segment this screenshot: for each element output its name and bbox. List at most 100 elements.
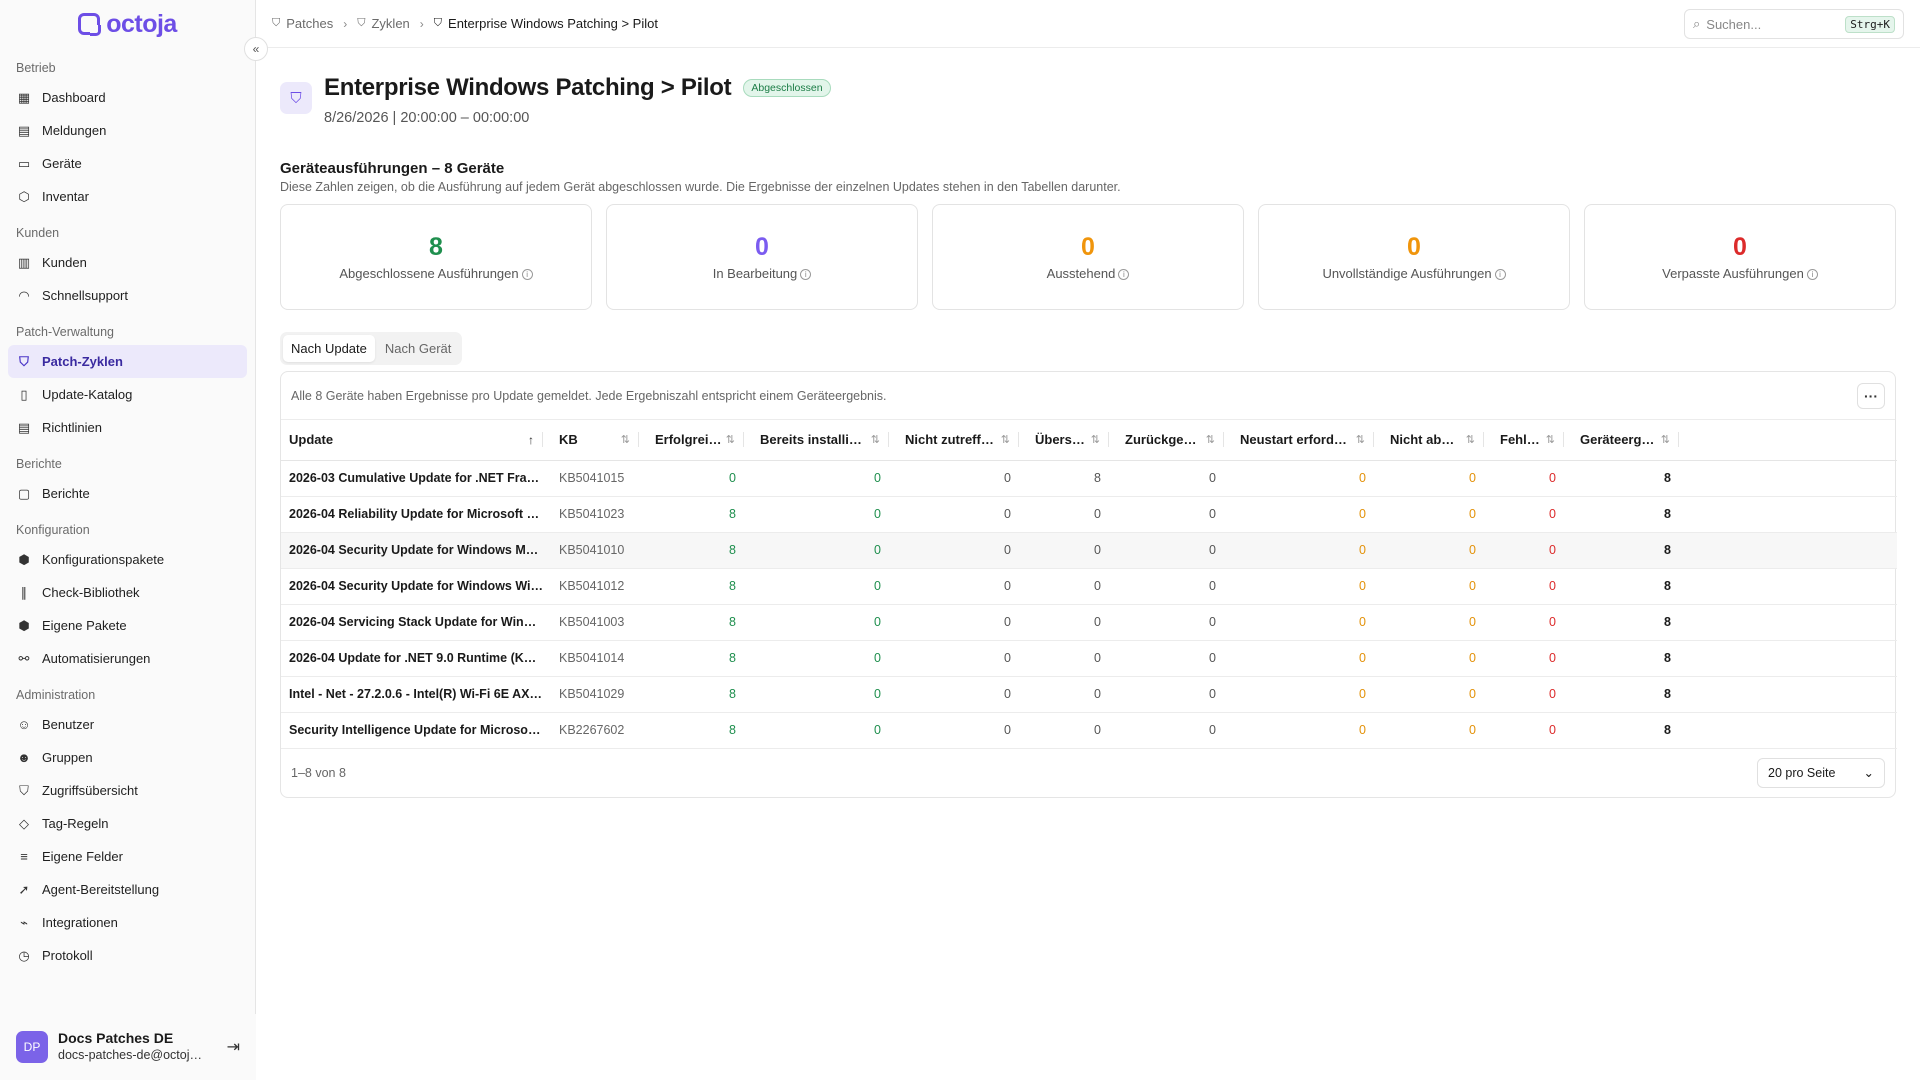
column-header-update[interactable]: Update ↑ xyxy=(281,420,551,461)
sort-icon[interactable]: ⇅ xyxy=(1091,433,1100,446)
sidebar-item-kunden[interactable]: ▥ Kunden xyxy=(8,246,247,279)
logo-text: octoja xyxy=(106,9,177,38)
sidebar-item-eigene-felder[interactable]: ≡ Eigene Felder xyxy=(8,840,247,873)
sidebar-item-label: Eigene Felder xyxy=(42,849,123,864)
logout-icon[interactable]: ⇥ xyxy=(227,1037,240,1057)
sidebar-item-protokoll[interactable]: ◷ Protokoll xyxy=(8,939,247,972)
table-row[interactable]: 2026-03 Cumulative Update for .NET Frame… xyxy=(281,460,1897,497)
column-header-kb[interactable]: KB ⇅ xyxy=(551,420,647,461)
chevron-right-icon: › xyxy=(419,16,424,31)
cell-spacer xyxy=(1687,568,1897,605)
column-header-nicht-abgeschlossen[interactable]: Nicht abgeschlossen ⇅ xyxy=(1382,420,1492,461)
cell-update[interactable]: 2026-04 Reliability Update for Microsoft… xyxy=(281,496,551,533)
sidebar-item-dashboard[interactable]: ▦ Dashboard xyxy=(8,81,247,114)
column-header-fehlgeschlagen[interactable]: Fehlgeschlagen ⇅ xyxy=(1492,420,1572,461)
page-size-select[interactable]: 20 pro Seite ⌄ xyxy=(1757,757,1885,788)
cell-update[interactable]: 2026-04 Security Update for Windows Wind… xyxy=(281,568,551,605)
sidebar-item-update-katalog[interactable]: ▯ Update-Katalog xyxy=(8,378,247,411)
sort-icon[interactable]: ⇅ xyxy=(1661,433,1670,446)
tab-nach-geraet[interactable]: Nach Gerät xyxy=(377,335,459,362)
sidebar-item-benutzer[interactable]: ☺ Benutzer xyxy=(8,708,247,741)
table-row[interactable]: 2026-04 Security Update for Windows Mali… xyxy=(281,532,1897,569)
library-icon: ∥ xyxy=(20,584,28,600)
sidebar-item-patch-zyklen[interactable]: ⛉ Patch-Zyklen xyxy=(8,345,247,378)
info-icon[interactable]: i xyxy=(1806,269,1818,280)
logo[interactable]: octoja xyxy=(0,0,255,48)
column-header-label: KB xyxy=(559,432,578,448)
breadcrumb-item-zyklen[interactable]: ⛉ Zyklen xyxy=(357,16,410,31)
sort-icon[interactable]: ⇅ xyxy=(1466,433,1475,446)
table-row[interactable]: 2026-04 Reliability Update for Microsoft… xyxy=(281,496,1897,533)
tab-nach-update[interactable]: Nach Update xyxy=(283,335,375,362)
sidebar-item-konfigurationspakete[interactable]: ⬢ Konfigurationspakete xyxy=(8,543,247,576)
cell-update[interactable]: 2026-04 Update for .NET 9.0 Runtime (KB5… xyxy=(281,640,551,677)
column-header-uebersprungen[interactable]: Übersprungen ⇅ xyxy=(1027,420,1117,461)
cell-update[interactable]: Intel - Net - 27.2.0.6 - Intel(R) Wi-Fi … xyxy=(281,676,551,713)
cell-value: 0 xyxy=(897,676,1027,713)
sort-icon[interactable]: ⇅ xyxy=(1206,433,1215,446)
sidebar-item-zugriffsuebersicht[interactable]: ⛉ Zugriffsübersicht xyxy=(8,774,247,807)
cell-value: 0 xyxy=(1027,676,1117,713)
column-header-zurueckgezogen[interactable]: Zurückgezogen ⇅ xyxy=(1117,420,1232,461)
cell-spacer xyxy=(1687,496,1897,533)
sort-icon[interactable]: ⇅ xyxy=(1546,433,1555,446)
sort-icon[interactable]: ⇅ xyxy=(1356,433,1365,446)
table-row[interactable]: Intel - Net - 27.2.0.6 - Intel(R) Wi-Fi … xyxy=(281,676,1897,713)
cell-update[interactable]: 2026-04 Security Update for Windows Mali… xyxy=(281,532,551,569)
info-icon[interactable]: i xyxy=(1118,269,1130,280)
sidebar-item-agent-bereitstellung[interactable]: ➚ Agent-Bereitstellung xyxy=(8,873,247,906)
sort-icon[interactable]: ⇅ xyxy=(726,433,735,446)
arrow-up-icon[interactable]: ↑ xyxy=(528,433,534,447)
results-table: Update ↑ KB ⇅ Erfolgreich ⇅ Bereits installier… xyxy=(281,420,1897,749)
building-icon: ▥ xyxy=(17,254,31,270)
column-header-geraeteergebnisse[interactable]: Geräteergebnisse ⇅ xyxy=(1572,420,1687,461)
sidebar-item-schnellsupport[interactable]: ◠ Schnellsupport xyxy=(8,279,247,312)
column-header-bereits-installiert[interactable]: Bereits installiert (⇅ xyxy=(752,420,897,461)
sort-icon[interactable]: ⇅ xyxy=(1001,433,1010,446)
table-row[interactable]: 2026-04 Security Update for Windows Wind… xyxy=(281,568,1897,605)
sidebar-item-geraete[interactable]: ▭ Geräte xyxy=(8,147,247,180)
sidebar-item-integrationen[interactable]: ⌁ Integrationen xyxy=(8,906,247,939)
column-header-nicht-zutreffend[interactable]: Nicht zutreffend ⇅ xyxy=(897,420,1027,461)
table-row[interactable]: 2026-04 Servicing Stack Update for Windo… xyxy=(281,604,1897,641)
sidebar-item-label: Kunden xyxy=(42,255,87,270)
cell-value: 0 xyxy=(1027,640,1117,677)
sidebar-item-label: Konfigurationspakete xyxy=(42,552,165,567)
main-content: ⛉ Enterprise Windows Patching > Pilot Ab… xyxy=(280,48,1897,798)
sidebar-item-inventar[interactable]: ⬡ Inventar xyxy=(8,180,247,213)
sort-icon[interactable]: ⇅ xyxy=(621,433,630,446)
sidebar-item-meldungen[interactable]: ▤ Meldungen xyxy=(8,114,247,147)
user-menu[interactable]: DP Docs Patches DE docs-patches-de@octoj… xyxy=(0,1014,256,1080)
sidebar-item-richtlinien[interactable]: ▤ Richtlinien xyxy=(8,411,247,444)
info-icon[interactable]: i xyxy=(1494,269,1506,280)
sidebar-item-gruppen[interactable]: ☻ Gruppen xyxy=(8,741,247,774)
cell-value: 0 xyxy=(1027,532,1117,569)
more-options-button[interactable]: ··· xyxy=(1857,383,1885,409)
sidebar-item-berichte[interactable]: ▢ Berichte xyxy=(8,477,247,510)
column-header-erfolgreich[interactable]: Erfolgreich ⇅ xyxy=(647,420,752,461)
cell-update[interactable]: 2026-03 Cumulative Update for .NET Frame… xyxy=(281,460,551,497)
sidebar-item-check-bibliothek[interactable]: ∥ Check-Bibliothek xyxy=(8,576,247,609)
page-title: Enterprise Windows Patching > Pilot xyxy=(324,74,732,101)
table-row[interactable]: 2026-04 Update for .NET 9.0 Runtime (KB5… xyxy=(281,640,1897,677)
sort-icon[interactable]: ⇅ xyxy=(871,433,880,446)
view-tabs: Nach Update Nach Gerät xyxy=(280,332,463,365)
sidebar-item-eigene-pakete[interactable]: ⬢ Eigene Pakete xyxy=(8,609,247,642)
column-header-neustart-erforderlich[interactable]: Neustart erforderlich ⇅ xyxy=(1232,420,1382,461)
info-icon[interactable]: i xyxy=(521,269,533,280)
cell-update[interactable]: Security Intelligence Update for Microso… xyxy=(281,712,551,749)
collapse-sidebar-button[interactable]: « xyxy=(244,37,268,61)
clipboard-icon: ▤ xyxy=(17,122,31,138)
cell-update[interactable]: 2026-04 Servicing Stack Update for Windo… xyxy=(281,604,551,641)
sidebar-item-automatisierungen[interactable]: ⚯ Automatisierungen xyxy=(8,642,247,675)
info-icon[interactable]: i xyxy=(800,269,812,280)
breadcrumb-item-patches[interactable]: ⛉ Patches xyxy=(272,16,333,31)
table-row[interactable]: Security Intelligence Update for Microso… xyxy=(281,712,1897,749)
workflow-icon: ⚯ xyxy=(18,650,30,666)
status-badge: Abgeschlossen xyxy=(743,79,831,97)
avatar[interactable]: DP xyxy=(16,1031,48,1063)
search-input[interactable]: ⌕ Suchen... Strg+K xyxy=(1684,9,1904,39)
cell-kb: KB5041014 xyxy=(551,640,647,677)
cell-value: 0 xyxy=(1117,460,1232,497)
sidebar-item-tag-regeln[interactable]: ◇ Tag-Regeln xyxy=(8,807,247,840)
